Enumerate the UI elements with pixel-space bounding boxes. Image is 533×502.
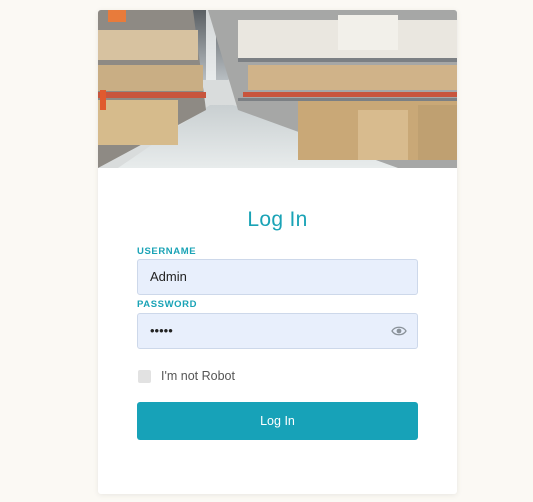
- username-value: Admin: [150, 269, 187, 284]
- warehouse-image: [98, 10, 457, 168]
- password-field[interactable]: •••••: [137, 313, 418, 349]
- not-robot-checkbox[interactable]: [138, 370, 151, 383]
- login-card: Log In USERNAME Admin PASSWORD ••••• I'm…: [98, 10, 457, 494]
- username-field[interactable]: Admin: [137, 259, 418, 295]
- login-button[interactable]: Log In: [137, 402, 418, 440]
- page: Log In USERNAME Admin PASSWORD ••••• I'm…: [0, 0, 533, 502]
- username-label: USERNAME: [137, 246, 197, 257]
- eye-icon[interactable]: [391, 325, 407, 337]
- password-value: •••••: [150, 323, 173, 338]
- page-title: Log In: [247, 208, 308, 231]
- not-robot-label: I'm not Robot: [161, 369, 235, 383]
- password-label: PASSWORD: [137, 299, 198, 310]
